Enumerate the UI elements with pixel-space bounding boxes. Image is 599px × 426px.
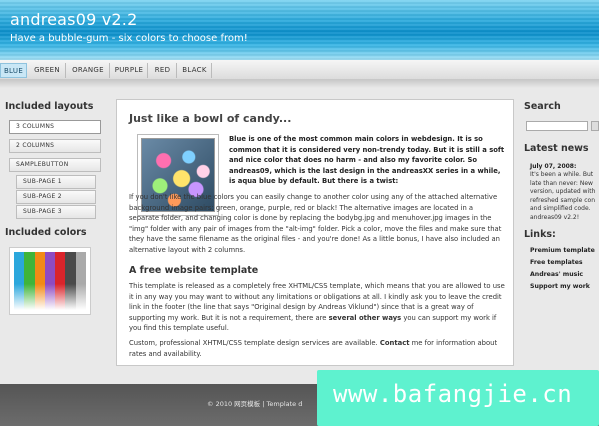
latest-news-heading: Latest news [524,143,589,154]
link-support-my-work[interactable]: Support my work [530,283,590,290]
search-button[interactable] [591,121,599,131]
several-other-ways-link[interactable]: several other ways [329,314,402,322]
services-text-a: Custom, professional XHTML/CSS template … [129,339,380,347]
contact-link[interactable]: Contact [380,339,410,347]
tab-blue[interactable]: BLUE [0,63,27,78]
site-header: andreas09 v2.2 Have a bubble-gum - six c… [0,0,599,60]
news-line: refreshed sample con [530,196,595,204]
news-line: and simplified code. [530,205,591,213]
links-heading: Links: [524,229,556,240]
nav-sub-page-3[interactable]: SUB-PAGE 3 [16,205,96,219]
site-slogan: Have a bubble-gum - six colors to choose… [10,33,248,44]
tabbar-shadow [0,80,599,88]
link-andreas-music[interactable]: Andreas' music [530,271,583,278]
swatch-black [65,252,76,310]
color-paragraph-text: If you don't like the blue colors you ca… [129,193,502,254]
swatch-green [24,252,35,310]
color-tab-bar: BLUE GREEN ORANGE PURPLE RED BLACK [0,60,599,80]
news-line: late than never: New [530,179,593,187]
watermark-text: www.bafangjie.cn [333,380,573,408]
news-date: July 07, 2008: [530,163,577,170]
watermark-banner: www.bafangjie.cn [317,370,599,426]
swatch-purple [44,252,56,310]
free-template-heading: A free website template [129,265,259,276]
tab-green[interactable]: GREEN [29,63,66,78]
nav-sub-page-2[interactable]: SUB-PAGE 2 [16,190,96,204]
footer-text: © 2010 网页模板 | Template d [207,400,303,408]
news-line: version, updated with [530,188,596,196]
site-title[interactable]: andreas09 v2.2 [10,10,137,29]
nav-sub-page-1[interactable]: SUB-PAGE 1 [16,175,96,189]
tab-orange[interactable]: ORANGE [67,63,110,78]
swatch-red [55,252,66,310]
tab-purple[interactable]: PURPLE [111,63,148,78]
link-premium-templates[interactable]: Premium template [530,247,595,254]
content-heading: Just like a bowl of candy... [129,112,292,125]
colors-heading: Included colors [5,227,87,238]
swatch-blue [14,252,25,310]
layouts-heading: Included layouts [5,101,94,112]
nav-samplebutton[interactable]: SAMPLEBUTTON [9,158,101,172]
color-paragraph: If you don't like the blue colors you ca… [129,192,505,255]
services-paragraph: Custom, professional XHTML/CSS template … [129,338,505,359]
news-line: andreas09 v2.2! [530,213,580,221]
nav-2-columns[interactable]: 2 COLUMNS [9,139,101,153]
free-template-paragraph: This template is released as a completel… [129,281,505,334]
intro-paragraph: Blue is one of the most common main colo… [229,135,505,185]
swatch-grey [75,252,86,310]
tab-red[interactable]: RED [149,63,177,78]
news-line: It's been a while. But [530,171,594,178]
search-input[interactable] [526,121,588,131]
link-free-templates[interactable]: Free templates [530,259,583,266]
color-swatches [9,247,91,315]
header-stripes [0,0,599,60]
news-body: It's been a while. But late than never: … [530,171,599,223]
swatch-grid [14,252,86,310]
search-heading: Search [524,101,561,112]
swatch-orange [34,252,45,310]
main-content: Just like a bowl of candy... Blue is one… [116,99,514,366]
nav-3-columns[interactable]: 3 COLUMNS [9,120,101,134]
tab-black[interactable]: BLACK [178,63,212,78]
